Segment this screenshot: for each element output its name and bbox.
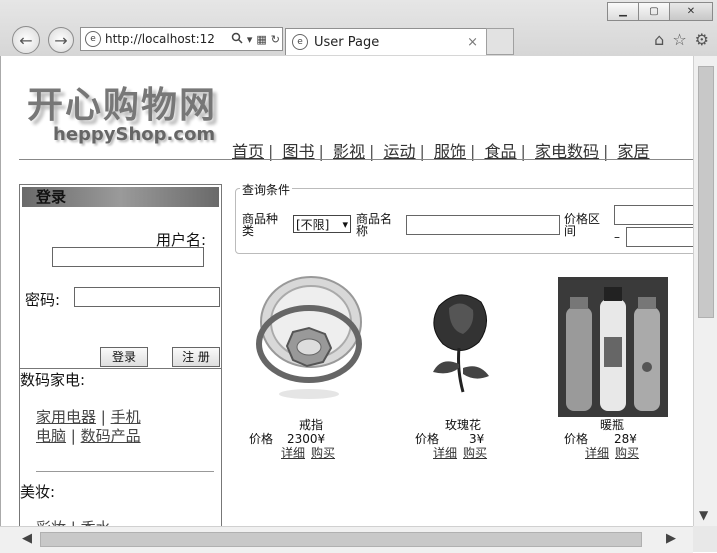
query-fieldset: 查询条件 商品种类 [不限] ▾ 商品名称 价格区间 – (235, 181, 694, 254)
product-image-bottles[interactable] (558, 277, 668, 417)
product-image-ring[interactable] (249, 272, 369, 402)
register-button[interactable]: 注 册 (172, 347, 220, 367)
product-links-ring: 详细 购买 (281, 444, 341, 461)
tab-close-icon[interactable]: × (467, 35, 478, 50)
query-legend: 查询条件 (240, 181, 293, 198)
left-sidebar: 登录 用户名: 密码: 登录 注 册 数码家电: 家用电器 | 手机 电脑 | … (19, 184, 222, 526)
link-home-appliances[interactable]: 家用电器 (36, 408, 96, 426)
search-icon[interactable] (229, 32, 245, 47)
maximize-button[interactable]: ▢ (638, 2, 670, 21)
username-input[interactable] (52, 247, 204, 267)
link-makeup[interactable]: 彩妆 (36, 519, 66, 526)
link-perfume[interactable]: 香水 (81, 519, 111, 526)
category-title-beauty: 美妆: (20, 483, 56, 501)
link-phones[interactable]: 手机 (111, 408, 141, 426)
type-select[interactable]: [不限] ▾ (293, 215, 351, 233)
minimize-button[interactable]: ▁ (607, 2, 639, 21)
price-min-input[interactable] (614, 205, 694, 225)
category-title-electronics: 数码家电: (20, 371, 86, 389)
product-links-rose: 详细 购买 (433, 444, 493, 461)
home-icon[interactable]: ⌂ (654, 30, 664, 49)
horizontal-scroll-thumb[interactable] (40, 532, 642, 547)
toolbar-icons: ⌂ ☆ ⚙ (654, 30, 709, 49)
name-label: 商品名称 (356, 212, 393, 238)
scroll-left-icon[interactable]: ◀ (22, 531, 32, 546)
link-computers[interactable]: 电脑 (36, 427, 66, 445)
buy-link[interactable]: 购买 (615, 446, 639, 460)
back-button[interactable]: ← (12, 26, 40, 54)
type-label: 商品种类 (242, 212, 279, 238)
address-bar[interactable]: e http://localhost:12 ▾ ▦ ↻ (80, 27, 283, 51)
ie-page-icon: e (292, 34, 308, 50)
forward-arrow-icon: → (54, 30, 68, 50)
password-label: 密码: (25, 291, 61, 309)
tab-user-page[interactable]: e User Page × (285, 28, 487, 55)
chevron-down-icon: ▾ (342, 218, 348, 231)
scroll-right-icon[interactable]: ▶ (666, 531, 676, 546)
forward-button[interactable]: → (48, 27, 74, 53)
category-divider (36, 471, 214, 472)
product-links-bottles: 详细 购买 (585, 444, 645, 461)
favorites-star-icon[interactable]: ☆ (672, 30, 686, 49)
back-arrow-icon: ← (19, 30, 33, 50)
site-logo: 开心购物网 (27, 84, 218, 126)
vertical-scroll-thumb[interactable] (698, 66, 714, 318)
buy-link[interactable]: 购买 (463, 446, 487, 460)
close-button[interactable]: ✕ (669, 2, 713, 21)
header-divider (19, 159, 694, 160)
detail-link[interactable]: 详细 (433, 446, 457, 460)
buy-link[interactable]: 购买 (311, 446, 335, 460)
price-max-input[interactable] (626, 227, 694, 247)
address-input[interactable]: http://localhost:12 (105, 32, 229, 46)
detail-link[interactable]: 详细 (585, 446, 609, 460)
detail-link[interactable]: 详细 (281, 446, 305, 460)
login-button[interactable]: 登录 (100, 347, 148, 367)
browser-chrome: ▁ ▢ ✕ ← → e http://localhost:12 ▾ ▦ ↻ e … (0, 0, 717, 57)
product-image-rose[interactable] (419, 286, 499, 396)
page-viewport: 开心购物网 heppyShop.com 首页 | 图书 | 影视 | 运动 | 服饰 | … (0, 56, 694, 526)
vertical-scrollbar[interactable]: ▼ (693, 56, 717, 526)
tab-title: User Page (314, 34, 380, 50)
product-name-input[interactable] (406, 215, 560, 235)
category-links-beauty: 彩妆 | 香水 (36, 517, 111, 526)
category-links-electronics: 家用电器 | 手机 电脑 | 数码产品 (36, 408, 141, 445)
password-input[interactable] (74, 287, 220, 307)
price-range-label: 价格区间 (564, 212, 601, 238)
refresh-icon[interactable]: ↻ (269, 33, 282, 46)
scrollbar-corner (693, 526, 717, 552)
ie-page-icon: e (85, 31, 101, 47)
price-range-dash: – (614, 230, 620, 244)
dropdown-icon[interactable]: ▾ (245, 33, 255, 46)
new-tab-button[interactable] (486, 28, 514, 55)
window-controls: ▁ ▢ ✕ (607, 2, 713, 21)
link-digital-products[interactable]: 数码产品 (81, 427, 141, 445)
horizontal-scrollbar[interactable]: ◀ ▶ (0, 526, 693, 553)
site-logo-domain: heppyShop.com (53, 124, 216, 145)
scroll-down-icon[interactable]: ▼ (699, 508, 708, 522)
gear-icon[interactable]: ⚙ (695, 30, 709, 49)
compat-view-icon[interactable]: ▦ (254, 33, 268, 46)
login-title: 登录 (22, 187, 219, 207)
